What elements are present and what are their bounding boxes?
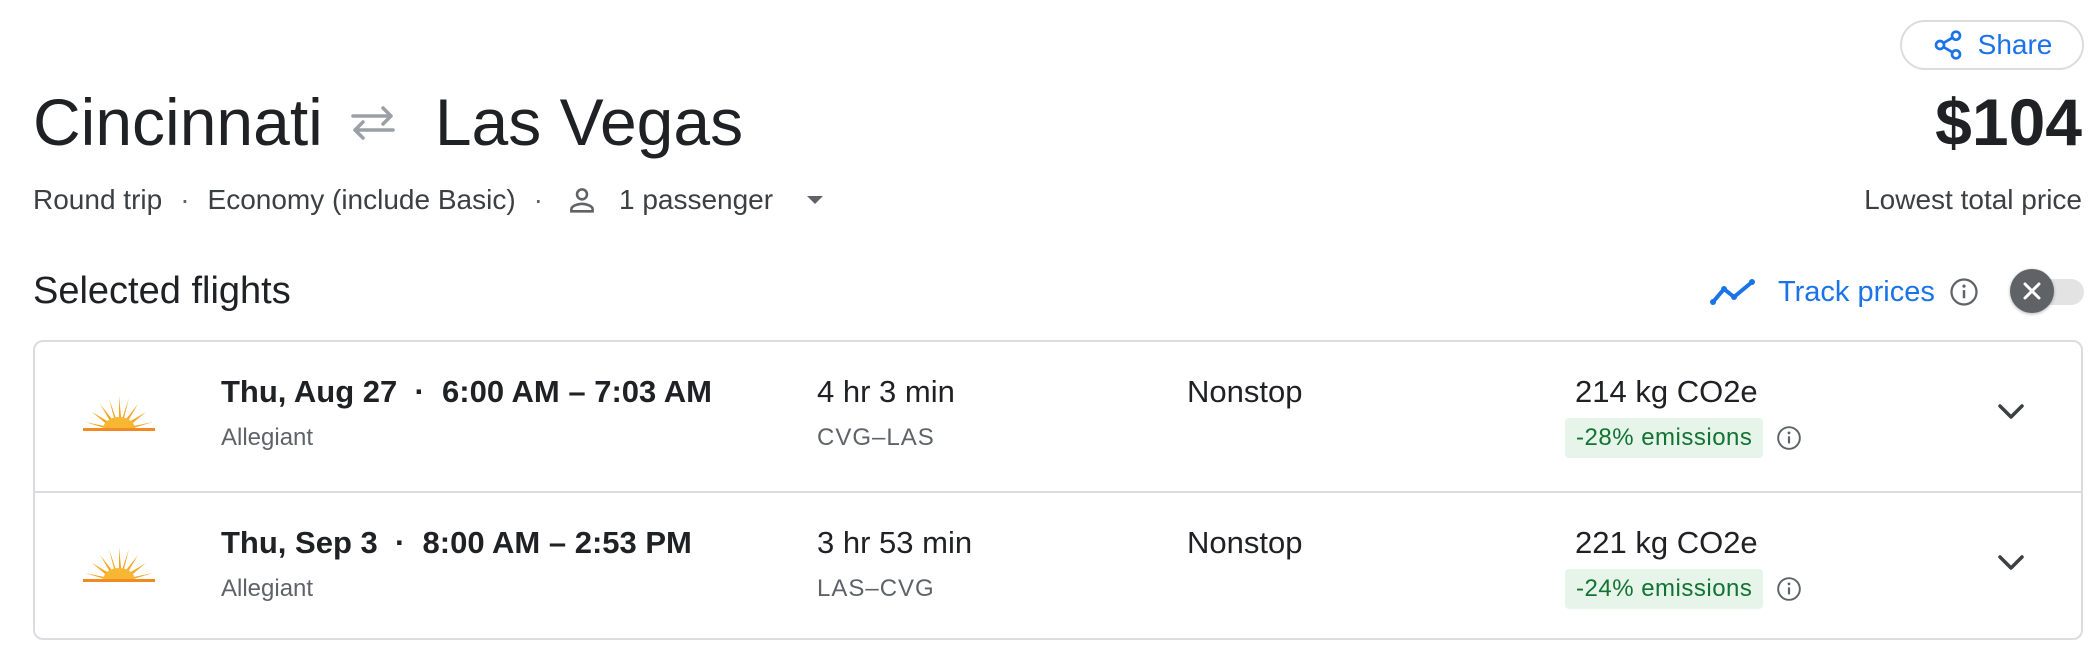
destination-city: Las Vegas (434, 85, 744, 159)
airport-codes: CVG–LAS (817, 424, 935, 451)
separator-dot: · (180, 184, 190, 215)
flight-stops: Nonstop (1187, 374, 1303, 409)
flight-row[interactable]: Thu, Sep 3 · 8:00 AM – 2:53 PM Allegiant… (35, 491, 2081, 638)
airport-codes: LAS–CVG (817, 575, 935, 602)
share-button[interactable]: Share (1900, 20, 2084, 70)
passenger-count: 1 passenger (618, 184, 774, 215)
flight-times: Thu, Aug 27 · 6:00 AM – 7:03 AM (221, 374, 712, 410)
info-icon[interactable] (1776, 425, 1802, 451)
emissions-badge: -24% emissions (1565, 569, 1764, 609)
flight-date: Thu, Sep 3 (221, 525, 378, 560)
separator-dot: · (533, 184, 543, 215)
emissions-badge: -28% emissions (1565, 418, 1764, 458)
toggle-knob (2010, 269, 2054, 313)
allegiant-logo-icon (83, 396, 155, 431)
chevron-down-icon[interactable] (1996, 402, 2026, 422)
info-icon[interactable] (1776, 576, 1802, 602)
caret-down-icon (807, 196, 824, 204)
airline-name: Allegiant (221, 575, 314, 602)
lowest-price-label: Lowest total price (1864, 184, 2082, 215)
info-icon[interactable] (1949, 277, 1979, 307)
flight-duration: 4 hr 3 min (817, 374, 955, 409)
flight-date: Thu, Aug 27 (221, 374, 398, 409)
time-range: 8:00 AM – 2:53 PM (422, 525, 692, 560)
track-prices-toggle[interactable] (2010, 269, 2086, 315)
flight-stops: Nonstop (1187, 525, 1303, 560)
track-prices[interactable]: Track prices (1710, 270, 1979, 314)
lowest-price: $104 (1935, 85, 2082, 159)
allegiant-logo-icon (83, 547, 155, 582)
cabin-class: Economy (include Basic) (207, 184, 516, 215)
flight-duration: 3 hr 53 min (817, 525, 973, 560)
trip-type: Round trip (33, 184, 163, 215)
chevron-down-icon[interactable] (1996, 553, 2026, 573)
flight-row[interactable]: Thu, Aug 27 · 6:00 AM – 7:03 AM Allegian… (35, 342, 2081, 491)
time-range: 6:00 AM – 7:03 AM (442, 374, 712, 409)
co2-amount: 214 kg CO2e (1575, 374, 1758, 409)
share-label: Share (1977, 29, 2053, 60)
co2-amount: 221 kg CO2e (1575, 525, 1758, 560)
person-icon (570, 188, 594, 213)
route-title: Cincinnati Las Vegas (33, 82, 743, 162)
share-icon (1934, 30, 1961, 60)
close-icon (2023, 282, 2041, 300)
swap-arrows-icon (351, 106, 395, 140)
origin-city: Cincinnati (33, 85, 323, 159)
trend-line-icon (1710, 279, 1755, 305)
track-prices-label: Track prices (1778, 275, 1935, 308)
separator-dot: · (397, 374, 443, 409)
passenger-selector[interactable]: 1 passenger (561, 183, 825, 217)
trip-options: Round trip · Economy (include Basic) · 1… (33, 180, 825, 220)
section-title: Selected flights (33, 269, 291, 312)
flight-times: Thu, Sep 3 · 8:00 AM – 2:53 PM (221, 525, 692, 561)
airline-name: Allegiant (221, 424, 314, 451)
separator-dot: · (377, 525, 423, 560)
selected-flights-list: Thu, Aug 27 · 6:00 AM – 7:03 AM Allegian… (33, 340, 2083, 640)
